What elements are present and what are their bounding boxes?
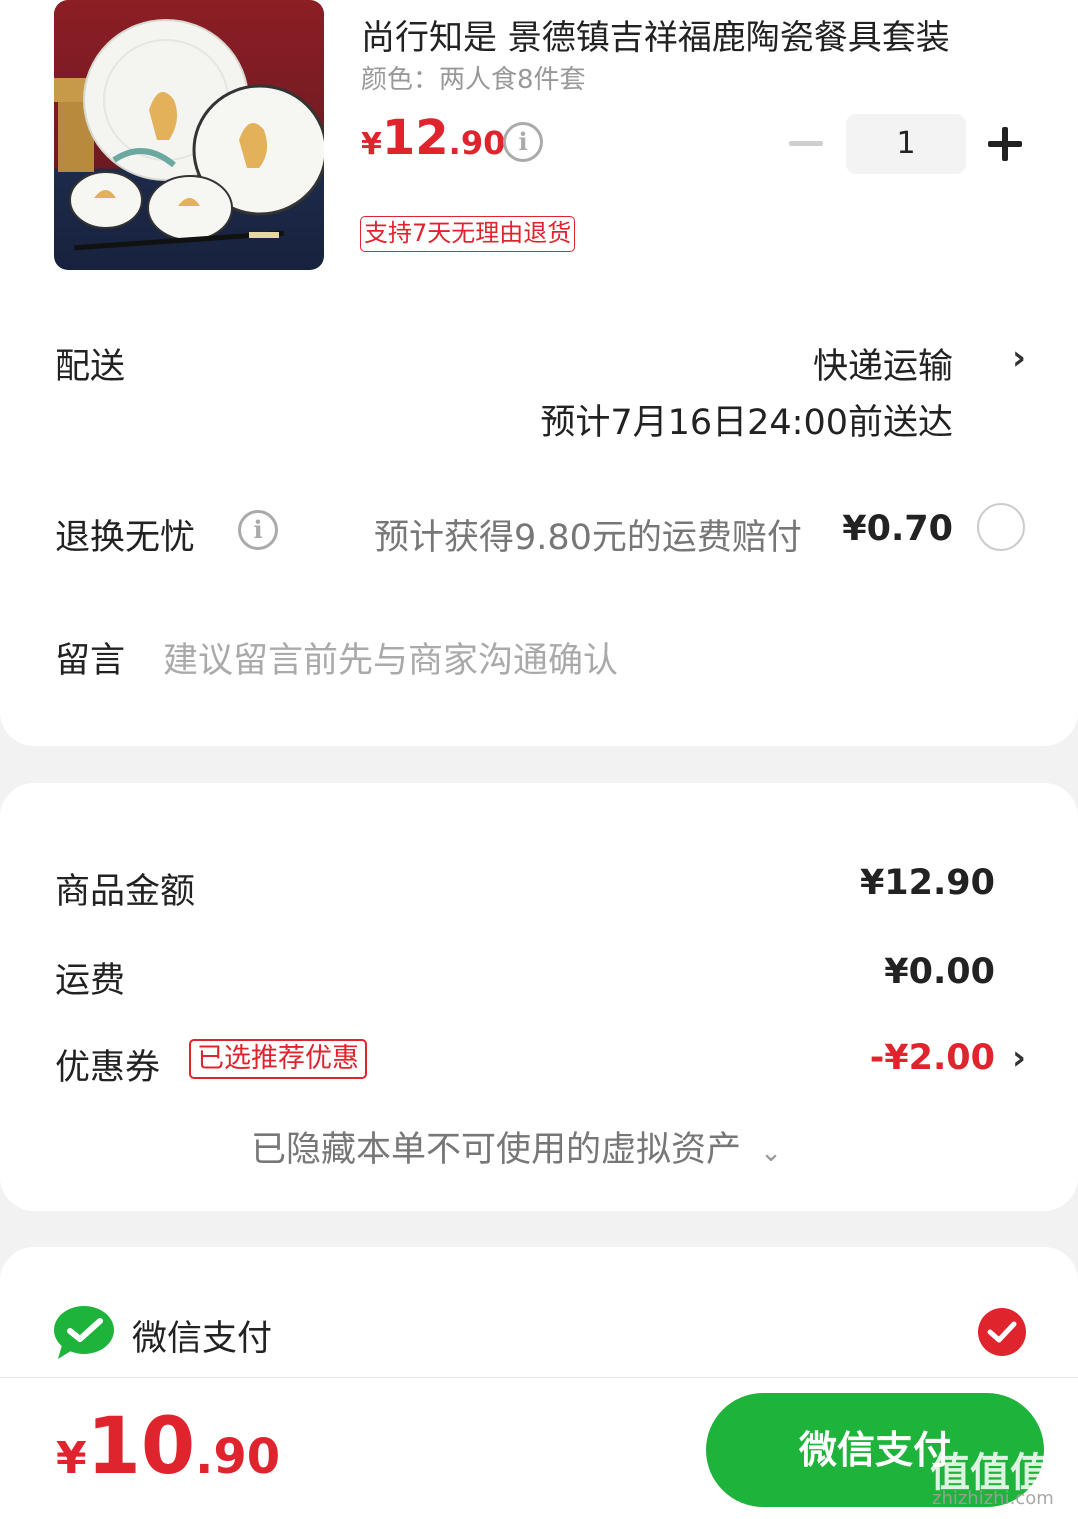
- amount-card: 商品金额 ¥12.90 运费 ¥0.00 优惠券 已选推荐优惠 -¥2.00 ›…: [0, 783, 1078, 1211]
- return-policy-badge: 支持7天无理由退货: [360, 216, 576, 252]
- hidden-assets-toggle[interactable]: 已隐藏本单不可使用的虚拟资产 ⌄: [251, 1121, 782, 1172]
- message-label: 留言: [55, 641, 126, 681]
- goods-amount-label: 商品金额: [55, 872, 196, 912]
- wechat-icon: [54, 1305, 114, 1359]
- return-insurance-desc: 预计获得9.80元的运费赔付: [374, 518, 802, 558]
- info-icon[interactable]: i: [503, 122, 543, 162]
- total-price: ¥10.90: [56, 1408, 280, 1486]
- product-price: ¥12.90: [361, 114, 505, 162]
- order-card: 尚行知是 景德镇吉祥福鹿陶瓷餐具套装 颜色：两人食8件套 ¥12.90 i 1 …: [0, 0, 1078, 746]
- product-title[interactable]: 尚行知是 景德镇吉祥福鹿陶瓷餐具套装: [361, 10, 1001, 59]
- hidden-assets-text: 已隐藏本单不可使用的虚拟资产: [251, 1130, 742, 1170]
- coupon-label: 优惠券: [55, 1048, 161, 1088]
- shipping-label: 运费: [55, 961, 126, 1001]
- watermark-url: zhizhizhi.com: [932, 1488, 1054, 1509]
- goods-amount-value: ¥12.90: [859, 863, 995, 903]
- quantity-input[interactable]: 1: [846, 114, 966, 174]
- check-icon[interactable]: [977, 1307, 1027, 1357]
- delivery-label: 配送: [55, 347, 126, 387]
- delivery-eta: 预计7月16日24:00前送达: [540, 403, 953, 443]
- chevron-right-icon[interactable]: ›: [1012, 338, 1026, 378]
- plus-icon[interactable]: [988, 127, 1022, 161]
- delivery-method[interactable]: 快递运输: [813, 338, 953, 389]
- coupon-badge: 已选推荐优惠: [189, 1039, 367, 1079]
- chevron-right-icon[interactable]: ›: [1012, 1038, 1026, 1078]
- total-currency: ¥: [56, 1433, 87, 1484]
- wechat-pay-label[interactable]: 微信支付: [132, 1310, 272, 1361]
- total-integer: 10: [86, 1402, 196, 1492]
- shipping-value: ¥0.00: [884, 952, 995, 992]
- chevron-down-icon: ⌄: [760, 1138, 782, 1168]
- product-image[interactable]: [54, 0, 324, 270]
- product-spec[interactable]: 颜色：两人食8件套: [361, 59, 586, 96]
- price-currency: ¥: [361, 127, 382, 162]
- coupon-value[interactable]: -¥2.00: [870, 1038, 995, 1078]
- price-integer: 12: [381, 110, 449, 166]
- price-decimal: .90: [448, 124, 506, 162]
- product-image-illustration: [54, 0, 324, 270]
- minus-icon[interactable]: [789, 141, 823, 146]
- return-insurance-price: ¥0.70: [842, 509, 953, 549]
- total-decimal: .90: [195, 1429, 281, 1485]
- radio-icon[interactable]: [977, 503, 1025, 551]
- info-icon[interactable]: i: [238, 510, 278, 550]
- return-insurance-label: 退换无忧: [55, 518, 196, 558]
- message-input[interactable]: 建议留言前先与商家沟通确认: [163, 632, 618, 683]
- bottom-bar: ¥10.90 微信支付 值值值 zhizhizhi.com: [0, 1377, 1078, 1519]
